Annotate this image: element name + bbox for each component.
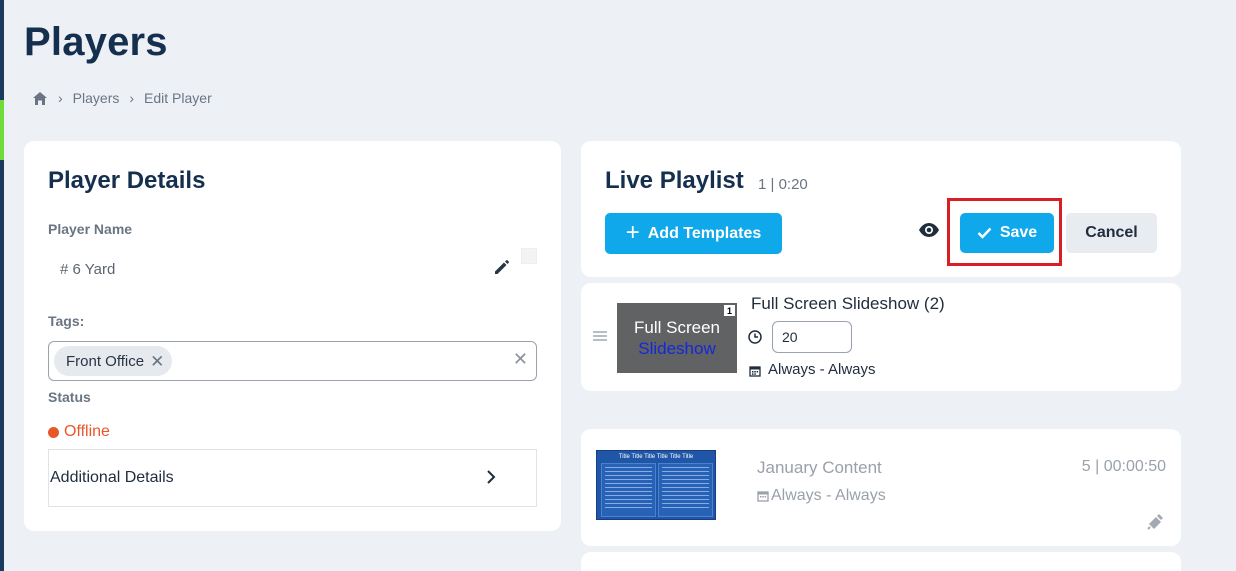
calendar-icon <box>749 364 761 382</box>
playlist-card-partial <box>581 552 1181 571</box>
breadcrumb-players-link[interactable]: Players <box>73 90 120 106</box>
chevron-right-icon: › <box>129 90 135 106</box>
remove-tag-icon[interactable]: ✕ <box>150 353 164 370</box>
calendar-icon <box>757 491 769 502</box>
player-name-label: Player Name <box>48 221 133 237</box>
save-button[interactable]: Save <box>960 213 1054 253</box>
status-indicator: Offline <box>48 423 110 441</box>
playlist-title: January Content <box>757 458 882 477</box>
playlist-count: 5 | 00:00:50 <box>1081 458 1166 475</box>
save-label: Save <box>999 224 1038 241</box>
left-rail-accent <box>0 100 4 160</box>
playlist-schedule: Always - Always <box>757 487 886 505</box>
name-checkbox[interactable] <box>521 248 537 264</box>
playlist-meta: 1 | 0:20 <box>758 176 808 193</box>
clock-icon <box>748 330 762 349</box>
status-label: Status <box>48 389 91 405</box>
tag-chip-label: Front Office <box>66 352 145 370</box>
thumbnail-text-line1: Full Screen <box>634 318 720 337</box>
template-thumbnail: Full Screen Slideshow 1 <box>617 303 737 373</box>
item-title: Full Screen Slideshow (2) <box>751 294 945 313</box>
status-value: Offline <box>64 423 110 440</box>
item-schedule: Always - Always <box>768 361 876 378</box>
duration-input[interactable] <box>772 321 852 353</box>
additional-details-row[interactable]: Additional Details <box>48 449 537 507</box>
home-icon[interactable] <box>32 91 48 106</box>
add-templates-button[interactable]: + Add Templates <box>605 213 782 254</box>
edit-pencil-icon[interactable] <box>492 257 512 282</box>
live-playlist-card: Live Playlist 1 | 0:20 + Add Templates S… <box>581 141 1181 277</box>
tag-chip: Front Office ✕ <box>54 346 173 376</box>
playlist-schedule-text: Always - Always <box>771 487 886 504</box>
playlist-thumbnail: Title Title Title Title Title Title <box>596 450 716 520</box>
breadcrumb-current: Edit Player <box>144 90 212 106</box>
playlist-item: Full Screen Slideshow 1 Full Screen Slid… <box>581 283 1181 391</box>
tags-input[interactable]: Front Office ✕ ✕ <box>48 341 537 381</box>
thumbnail-text-line2: Slideshow <box>638 339 716 358</box>
status-dot <box>48 426 59 438</box>
drag-handle-icon[interactable] <box>593 331 607 343</box>
player-details-title: Player Details <box>48 167 206 194</box>
player-details-card: Player Details Player Name # 6 Yard Tags… <box>24 141 561 531</box>
add-templates-label: Add Templates <box>647 224 762 242</box>
thumbnail-badge: 1 <box>724 305 735 316</box>
thumbnail-column <box>601 463 656 517</box>
thumbnail-title: Title Title Title Title Title Title <box>618 454 694 460</box>
preview-eye-icon[interactable] <box>918 222 940 243</box>
chevron-right-icon: › <box>58 90 63 106</box>
page-title: Players <box>24 20 168 64</box>
breadcrumb: › Players › Edit Player <box>32 90 212 106</box>
check-icon <box>977 227 992 239</box>
chevron-right-icon <box>486 467 496 490</box>
playlist-card[interactable]: Title Title Title Title Title Title Janu… <box>581 429 1181 546</box>
thumbnail-column <box>658 463 713 517</box>
live-playlist-title: Live Playlist <box>605 167 744 194</box>
clear-tags-icon[interactable]: ✕ <box>513 350 528 368</box>
player-name-value: # 6 Yard <box>60 261 116 278</box>
left-rail <box>0 0 4 571</box>
plus-icon: + <box>625 218 640 246</box>
megaphone-icon[interactable] <box>1146 511 1166 536</box>
cancel-button[interactable]: Cancel <box>1066 213 1157 253</box>
tags-label: Tags: <box>48 313 85 329</box>
additional-details-label: Additional Details <box>50 469 174 486</box>
